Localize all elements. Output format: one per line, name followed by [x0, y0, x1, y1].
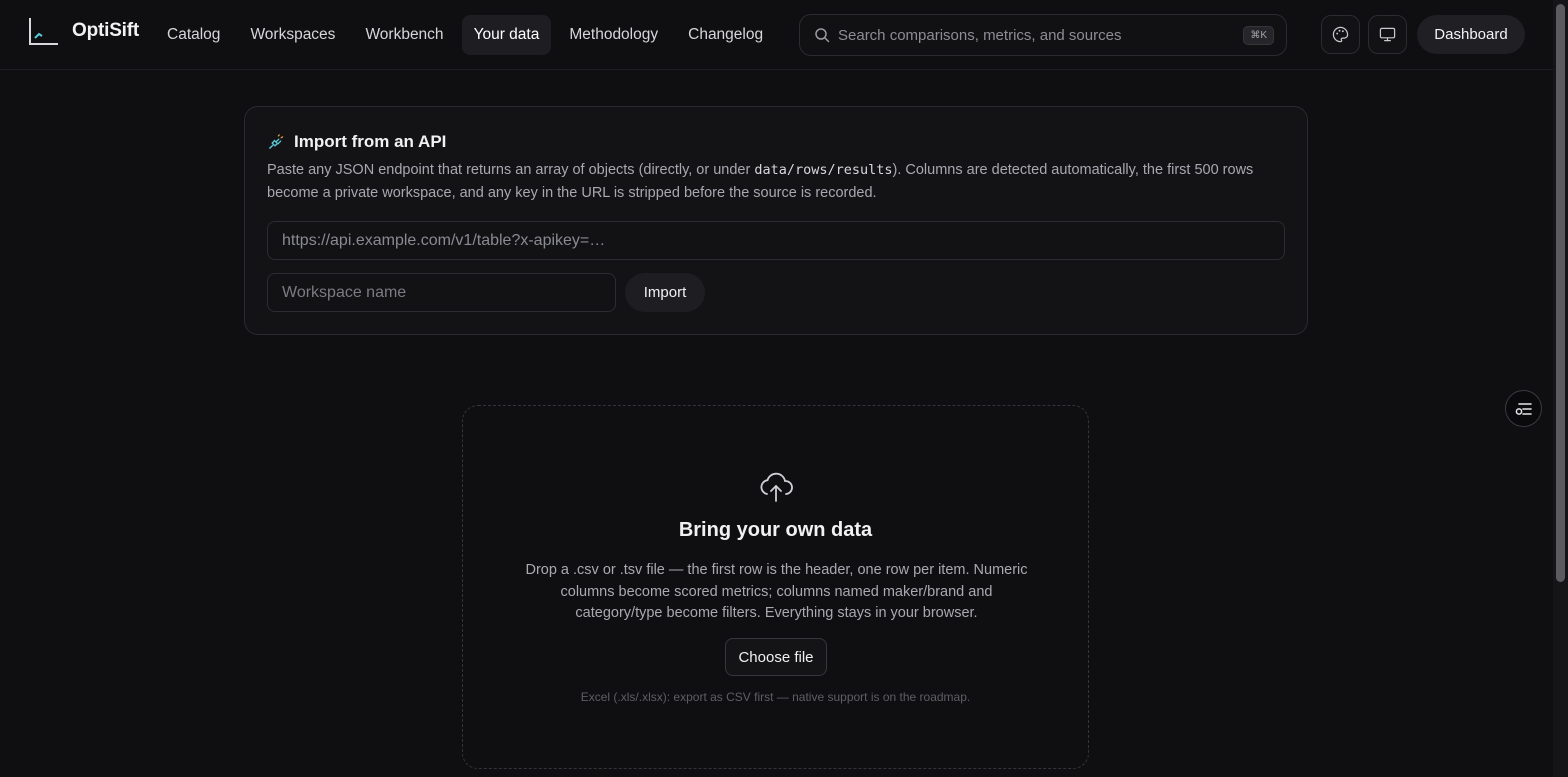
plug-icon	[269, 133, 284, 149]
excel-note: Excel (.xls/.xlsx): export as CSV first …	[580, 690, 971, 704]
api-desc-code: data/rows/results	[754, 162, 893, 178]
nav-item-workbench[interactable]: Workbench	[353, 15, 455, 55]
api-url-input[interactable]: https://api.example.com/v1/table?x-apike…	[267, 221, 1285, 260]
api-import-title-text: Import from an API	[294, 132, 447, 151]
choose-file-button[interactable]: Choose file	[725, 638, 827, 676]
api-import-description: Paste any JSON endpoint that returns an …	[267, 159, 1297, 205]
filter-list-icon	[1515, 402, 1532, 415]
search-icon	[815, 28, 830, 43]
import-button[interactable]: Import	[625, 273, 705, 312]
nav-item-workspaces[interactable]: Workspaces	[238, 15, 347, 55]
display-mode-button[interactable]	[1368, 15, 1407, 54]
search-input[interactable]: Search comparisons, metrics, and sources…	[799, 14, 1287, 56]
floating-filter-button[interactable]	[1505, 390, 1542, 427]
api-import-card: Import from an API Paste any JSON endpoi…	[244, 106, 1308, 335]
search-placeholder: Search comparisons, metrics, and sources	[838, 26, 1122, 44]
api-import-title: Import from an API	[267, 132, 446, 152]
logo[interactable]: OptiSift	[28, 16, 139, 46]
logo-chart-icon	[29, 18, 58, 45]
search-shortcut-badge: ⌘K	[1243, 25, 1274, 45]
scrollbar-thumb[interactable]	[1556, 4, 1565, 582]
file-drop-zone[interactable]: Bring your own data Drop a .csv or .tsv …	[462, 405, 1089, 769]
theme-palette-button[interactable]	[1321, 15, 1360, 54]
nav-item-your-data[interactable]: Your data	[461, 15, 552, 55]
workspace-name-input[interactable]: Workspace name	[267, 273, 616, 312]
nav-item-methodology[interactable]: Methodology	[557, 15, 670, 55]
brand-name: OptiSift	[72, 20, 139, 41]
upload-description: Drop a .csv or .tsv file — the first row…	[525, 562, 1028, 621]
dashboard-button[interactable]: Dashboard	[1417, 15, 1525, 54]
upload-title: Bring your own data	[678, 519, 873, 541]
palette-icon	[1332, 26, 1349, 43]
cloud-upload-icon	[760, 472, 793, 502]
main-nav: Catalog Workspaces Workbench Your data M…	[155, 15, 775, 55]
nav-item-changelog[interactable]: Changelog	[676, 15, 775, 55]
page-scrollbar[interactable]	[1553, 0, 1568, 777]
monitor-icon	[1379, 27, 1396, 42]
nav-item-catalog[interactable]: Catalog	[155, 15, 232, 55]
api-desc-text-1: Paste any JSON endpoint that returns an …	[267, 162, 755, 178]
top-navigation-bar: OptiSift Catalog Workspaces Workbench Yo…	[0, 0, 1553, 70]
